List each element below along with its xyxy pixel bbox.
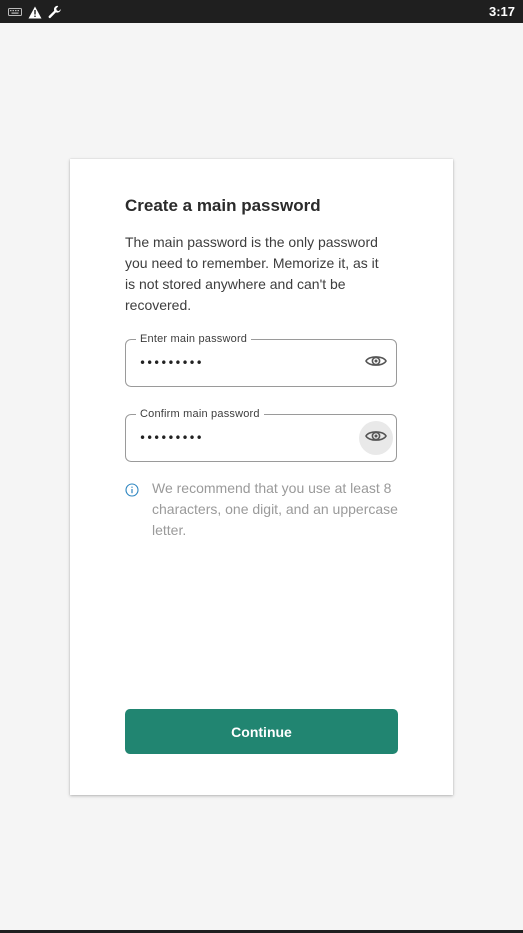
enter-password-input[interactable] [139,354,339,372]
status-icons [8,4,62,20]
show-password-toggle[interactable] [359,346,393,380]
confirm-password-input[interactable] [139,429,339,447]
status-time: 3:17 [488,4,515,19]
warning-icon [28,6,42,19]
show-confirm-password-toggle[interactable] [359,421,393,455]
enter-password-field[interactable]: Enter main password [125,332,397,387]
enter-password-label: Enter main password [136,332,252,346]
hint-text: We recommend that you use at least 8 cha… [152,480,398,538]
confirm-password-field[interactable]: Confirm main password [125,407,397,462]
info-icon [125,483,139,502]
create-password-card: Create a main password The main password… [70,159,453,795]
wrench-icon [48,5,62,19]
keyboard-icon [8,7,22,17]
status-bar: 3:17 [0,0,523,23]
confirm-password-label: Confirm main password [136,407,264,421]
description-text: The main password is the only password y… [125,234,379,313]
eye-icon [365,429,387,448]
page-title: Create a main password [125,196,321,215]
eye-icon [365,354,387,373]
continue-button[interactable]: Continue [125,709,398,754]
